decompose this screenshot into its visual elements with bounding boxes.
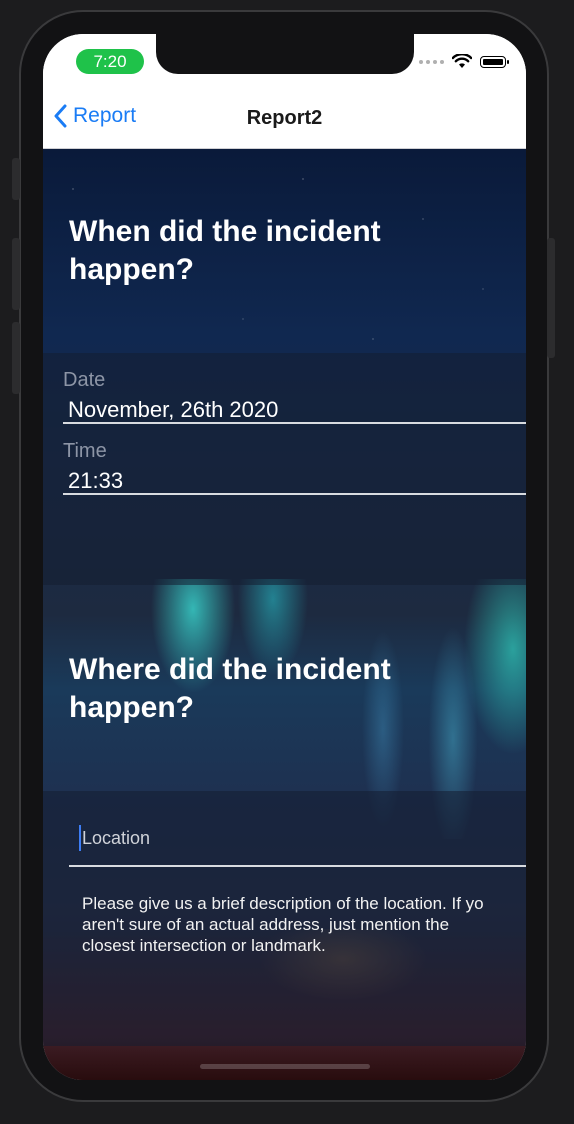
location-input-underline <box>69 865 526 867</box>
location-input[interactable] <box>79 825 526 851</box>
date-field[interactable]: November, 26th 2020 <box>68 397 278 423</box>
notch <box>156 34 414 74</box>
date-field-underline <box>63 422 526 424</box>
help-line: aren't sure of an actual address, just m… <box>82 915 450 934</box>
cellular-signal-icon <box>419 59 444 64</box>
time-label: Time <box>63 440 107 462</box>
page-title: Report2 <box>246 107 323 129</box>
mute-switch <box>12 158 20 200</box>
status-bar: 7:20 <box>43 34 526 86</box>
date-label: Date <box>63 369 106 391</box>
help-line: closest intersection or landmark. <box>82 936 326 955</box>
power-button <box>547 238 555 358</box>
when-heading: When did the incident happen? <box>69 215 381 286</box>
battery-icon <box>480 55 509 68</box>
status-icons <box>419 54 509 69</box>
report-content[interactable]: When did the incident happen? Date Novem… <box>43 149 526 1080</box>
location-help-text: Please give us a brief description of th… <box>82 893 526 956</box>
volume-up-button <box>12 238 20 310</box>
status-time: 7:20 <box>76 49 144 74</box>
home-indicator[interactable] <box>200 1064 370 1069</box>
where-heading: Where did the incident happen? <box>69 653 391 724</box>
wifi-icon <box>452 54 472 68</box>
navigation-bar: Report Report2 <box>43 86 526 149</box>
help-line: Please give us a brief description of th… <box>82 894 484 913</box>
volume-down-button <box>12 322 20 394</box>
screen: 7:20 Report Report2 When did the inciden… <box>43 34 526 1080</box>
time-field-underline <box>63 493 526 495</box>
time-field[interactable]: 21:33 <box>68 468 123 494</box>
